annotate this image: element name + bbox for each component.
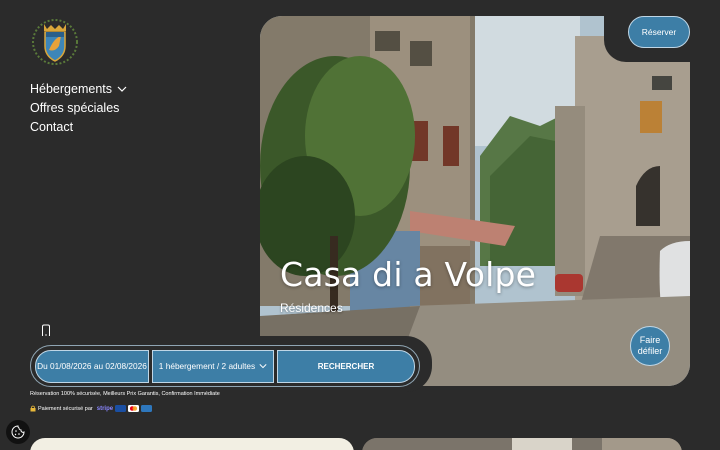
- search-button[interactable]: RECHERCHER: [277, 349, 415, 383]
- stripe-logo: stripe: [96, 405, 114, 412]
- nav-item-label: Offres spéciales: [30, 100, 120, 115]
- main-nav: Hébergements Offres spéciales Contact: [30, 79, 127, 136]
- nav-item-hebergements[interactable]: Hébergements: [30, 79, 127, 98]
- hero-subtitle: Résidences: [280, 301, 343, 315]
- chevron-down-icon: [259, 364, 267, 369]
- hero-title: Casa di a Volpe: [280, 255, 537, 294]
- content-card-left: [30, 438, 354, 450]
- payment-row: Paiement sécurisé par stripe: [30, 405, 153, 412]
- cookie-icon: [11, 425, 25, 439]
- nav-item-label: Hébergements: [30, 81, 112, 96]
- lock-icon: [30, 405, 36, 412]
- secure-booking-note: Réservation 100% sécurisée, Meilleurs Pr…: [30, 391, 220, 397]
- scroll-down-button[interactable]: Faire défiler: [630, 326, 670, 366]
- booking-bar: Du 01/08/2026 au 02/08/2026 1 hébergemen…: [30, 345, 420, 387]
- mastercard-icon: [128, 405, 140, 412]
- nav-item-label: Contact: [30, 119, 74, 134]
- cookie-settings-button[interactable]: [6, 420, 30, 444]
- crest-logo-icon[interactable]: [30, 16, 80, 66]
- nav-item-contact[interactable]: Contact: [30, 117, 127, 136]
- content-card-right: [362, 438, 682, 450]
- visa-card-icon: [115, 405, 127, 412]
- payment-label: Paiement sécurisé par: [38, 405, 93, 412]
- chevron-down-icon: [117, 86, 127, 92]
- scroll-label-line2: défiler: [637, 346, 663, 356]
- guests-selector[interactable]: 1 hébergement / 2 adultes: [152, 349, 274, 383]
- date-range-field[interactable]: Du 01/08/2026 au 02/08/2026: [35, 349, 149, 383]
- amex-card-icon: [141, 405, 153, 412]
- nav-item-offres[interactable]: Offres spéciales: [30, 98, 127, 117]
- reserve-button[interactable]: Réserver: [628, 16, 690, 48]
- scroll-label-line1: Faire: [639, 335, 661, 345]
- guests-label: 1 hébergement / 2 adultes: [158, 361, 256, 371]
- hero-image: [260, 16, 690, 386]
